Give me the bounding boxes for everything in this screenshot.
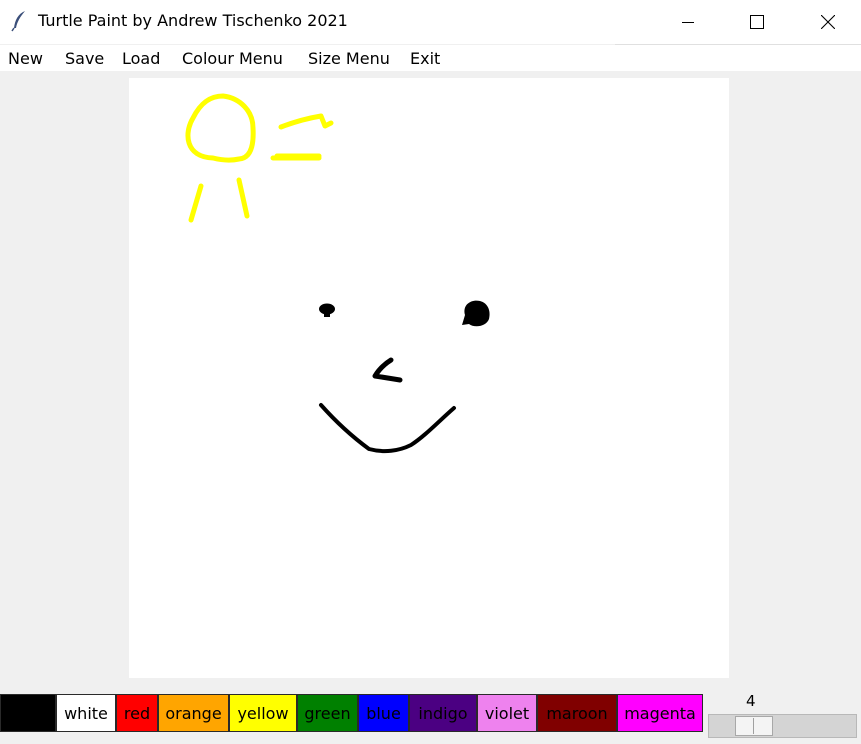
swatch-orange[interactable]: orange bbox=[158, 694, 229, 732]
window-title: Turtle Paint by Andrew Tischenko 2021 bbox=[38, 11, 348, 30]
swatch-indigo[interactable]: indigo bbox=[409, 694, 477, 732]
close-button[interactable] bbox=[805, 0, 851, 44]
close-icon bbox=[821, 15, 835, 29]
size-slider-thumb[interactable] bbox=[735, 716, 773, 736]
size-value-label: 4 bbox=[746, 692, 756, 710]
size-slider[interactable] bbox=[708, 714, 857, 738]
menu-new[interactable]: New bbox=[8, 49, 43, 68]
maximize-button[interactable] bbox=[734, 0, 780, 44]
swatch-red[interactable]: red bbox=[116, 694, 158, 732]
swatch-green[interactable]: green bbox=[297, 694, 358, 732]
menu-save[interactable]: Save bbox=[65, 49, 104, 68]
menu-size[interactable]: Size Menu bbox=[308, 49, 390, 68]
swatch-magenta[interactable]: magenta bbox=[617, 694, 703, 732]
minimize-icon bbox=[682, 22, 694, 23]
minimize-button[interactable] bbox=[665, 0, 711, 44]
menu-colour[interactable]: Colour Menu bbox=[182, 49, 283, 68]
face-drawing bbox=[319, 300, 490, 454]
menu-load[interactable]: Load bbox=[122, 49, 160, 68]
swatch-yellow[interactable]: yellow bbox=[229, 694, 297, 732]
slider-grip bbox=[753, 718, 754, 734]
swatch-blue[interactable]: blue bbox=[358, 694, 409, 732]
title-bar: Turtle Paint by Andrew Tischenko 2021 bbox=[0, 0, 861, 45]
swatch-violet[interactable]: violet bbox=[477, 694, 537, 732]
menu-exit[interactable]: Exit bbox=[410, 49, 440, 68]
canvas-drawing bbox=[185, 93, 490, 454]
feather-icon bbox=[10, 10, 30, 32]
swatch-maroon[interactable]: maroon bbox=[537, 694, 617, 732]
drawing-canvas[interactable] bbox=[129, 78, 729, 678]
sun-drawing bbox=[185, 93, 334, 223]
menu-bar: New Save Load Colour Menu Size Menu Exit bbox=[0, 45, 861, 71]
swatch-white[interactable]: white bbox=[56, 694, 116, 732]
maximize-icon bbox=[750, 15, 764, 29]
swatch-black[interactable] bbox=[0, 694, 56, 732]
